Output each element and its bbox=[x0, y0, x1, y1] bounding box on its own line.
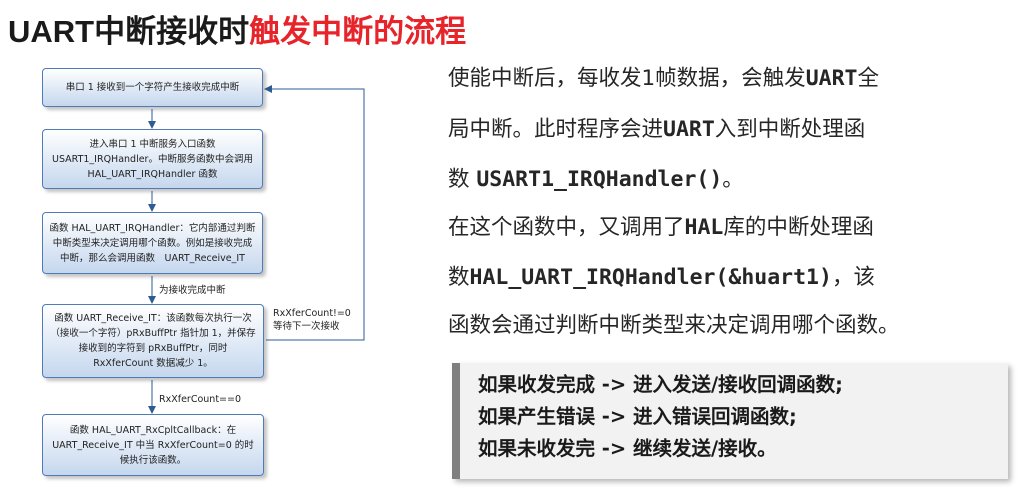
flow-box-uart-receive-it: 函数 UART_Receive_IT：该函数每次执行一次（接收一个字符）pRxB… bbox=[42, 304, 264, 378]
callout-box: 如果收发完成 -> 进入发送/接收回调函数; 如果产生错误 -> 进入错误回调函… bbox=[452, 363, 1008, 479]
loop-label-wait-next: 等待下一次接收 bbox=[273, 321, 340, 332]
desc-text: 在这个函数中，又调用了 bbox=[448, 215, 685, 240]
callout-line-complete: 如果收发完成 -> 进入发送/接收回调函数; bbox=[478, 373, 843, 396]
desc-line-1: 使能中断后，每收发1帧数据，会触发UART全 bbox=[448, 65, 1016, 93]
desc-line-6: 函数会通过判断中断类型来决定调用哪个函数。 bbox=[448, 312, 1016, 340]
flow-box-irq-handler-entry: 进入串口 1 中断服务入口函数 USART1_IRQHandler。中断服务函数… bbox=[42, 129, 263, 189]
flow-box-uart-interrupt: 串口 1 接收到一个字符产生接收完成中断 bbox=[42, 68, 263, 107]
flow-box-rx-cplt-callback: 函数 HAL_UART_RxCpltCallback：在 UART_Receiv… bbox=[42, 414, 264, 476]
desc-text: 库的中断处理函 bbox=[723, 215, 874, 240]
desc-line-2: 局中断。此时程序会进UART入到中断处理函 bbox=[448, 116, 1016, 144]
desc-line-4: 在这个函数中，又调用了HAL库的中断处理函 bbox=[448, 214, 1016, 242]
edge-label-count-zero: RxXferCount==0 bbox=[159, 394, 242, 405]
callout-accent-bar bbox=[452, 363, 460, 479]
desc-line-5: 数HAL_UART_IRQHandler(&huart1)，该 bbox=[448, 264, 1016, 292]
flow-box-hal-irq-handler: 函数 HAL_UART_IRQHandler：它内部通过判断中断类型来决定调用哪… bbox=[42, 212, 263, 274]
desc-text: 。 bbox=[722, 167, 744, 192]
desc-code: HAL_UART_IRQHandler(&huart1) bbox=[469, 265, 832, 290]
loop-label-count-nonzero: RxXferCount!=0 bbox=[273, 308, 351, 319]
callout-line-error: 如果产生错误 -> 进入错误回调函数; bbox=[478, 405, 797, 428]
callout-line-incomplete: 如果未收发完 -> 继续发送/接收。 bbox=[478, 437, 777, 460]
desc-text: 函数会通过判断中断类型来决定调用哪个函数。 bbox=[448, 313, 900, 338]
desc-text: 数 bbox=[448, 167, 477, 192]
desc-code: UART bbox=[663, 117, 715, 142]
desc-code: HAL bbox=[684, 215, 724, 240]
desc-text: 入到中断处理函 bbox=[714, 117, 866, 142]
desc-text: 全 bbox=[857, 66, 879, 91]
desc-code: UART bbox=[805, 66, 858, 91]
edge-label-receive-complete: 为接收完成中断 bbox=[159, 285, 226, 296]
desc-line-3: 数 USART1_IRQHandler()。 bbox=[448, 166, 1016, 194]
desc-text: 数 bbox=[448, 265, 470, 290]
loop-arrow-box4-box1 bbox=[264, 85, 365, 341]
desc-text: 局中断。此时程序会进 bbox=[448, 117, 664, 142]
desc-code: USART1_IRQHandler() bbox=[476, 167, 723, 192]
desc-text: 使能中断后，每收发1帧数据，会触发 bbox=[448, 66, 806, 91]
desc-text: ，该 bbox=[831, 265, 875, 290]
